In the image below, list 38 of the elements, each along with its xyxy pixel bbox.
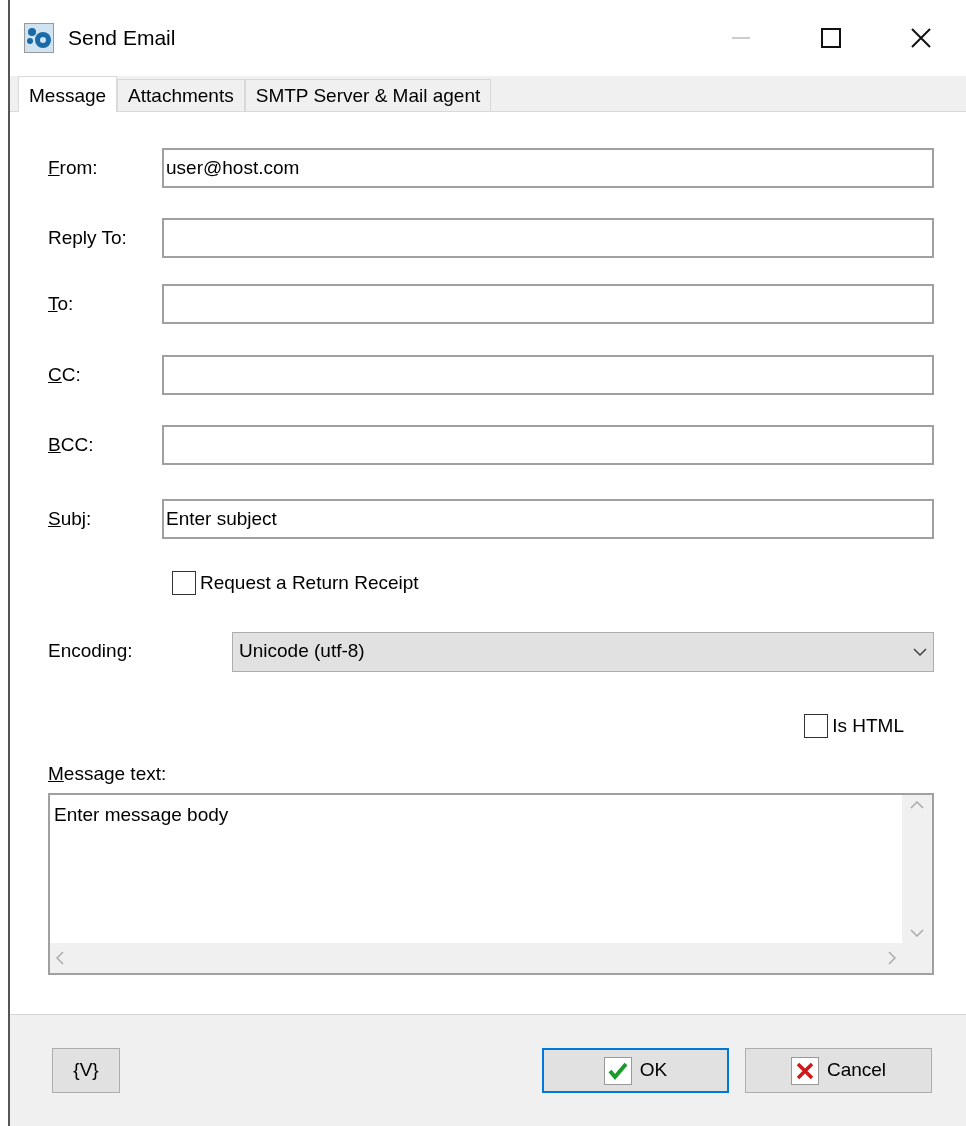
text-field[interactable] (162, 284, 934, 324)
checkmark-icon (603, 1056, 632, 1085)
ok-button[interactable]: OK (542, 1048, 729, 1093)
field-label: From: (48, 155, 99, 180)
text-field[interactable] (162, 355, 934, 395)
field-label: CC: (48, 362, 82, 387)
tab[interactable]: SMTP Server & Mail agent (244, 79, 492, 111)
close-icon[interactable] (910, 28, 932, 48)
text-field[interactable] (162, 425, 934, 465)
text-field[interactable] (162, 218, 934, 258)
field-label: To: (48, 291, 75, 316)
checkbox[interactable] (172, 571, 196, 596)
checkbox[interactable] (804, 713, 829, 738)
text-field[interactable]: Enter subject (162, 499, 934, 539)
app-gears-icon (24, 23, 54, 53)
scroll-right-icon[interactable] (888, 950, 896, 965)
cross-icon (790, 1056, 819, 1085)
message-text-area[interactable]: Enter message body (48, 792, 934, 975)
scroll-left-icon[interactable] (56, 950, 64, 965)
text-field[interactable]: user@host.com (162, 148, 934, 188)
field-label: BCC: (48, 432, 95, 457)
field-label: Subj: (48, 506, 93, 531)
field-label: Encoding: (48, 639, 134, 664)
checkbox-label: Is HTML (832, 713, 904, 738)
chevron-down-icon (913, 647, 927, 656)
tab[interactable]: Message (18, 76, 118, 112)
window-title: Send Email (68, 25, 177, 52)
scroll-up-icon[interactable] (910, 800, 924, 809)
encoding-dropdown[interactable]: Unicode (utf-8) (232, 631, 934, 672)
field-label: Reply To: (48, 225, 128, 250)
tab[interactable]: Attachments (117, 79, 245, 111)
maximize-icon[interactable] (820, 28, 842, 48)
scroll-down-icon[interactable] (910, 928, 924, 937)
cancel-button[interactable]: Cancel (745, 1048, 932, 1093)
checkbox-label: Request a Return Receipt (200, 571, 419, 595)
field-label: Message text: (48, 762, 167, 786)
message-body-text: Enter message body (54, 803, 229, 825)
variables-button[interactable]: {V} (52, 1048, 120, 1093)
